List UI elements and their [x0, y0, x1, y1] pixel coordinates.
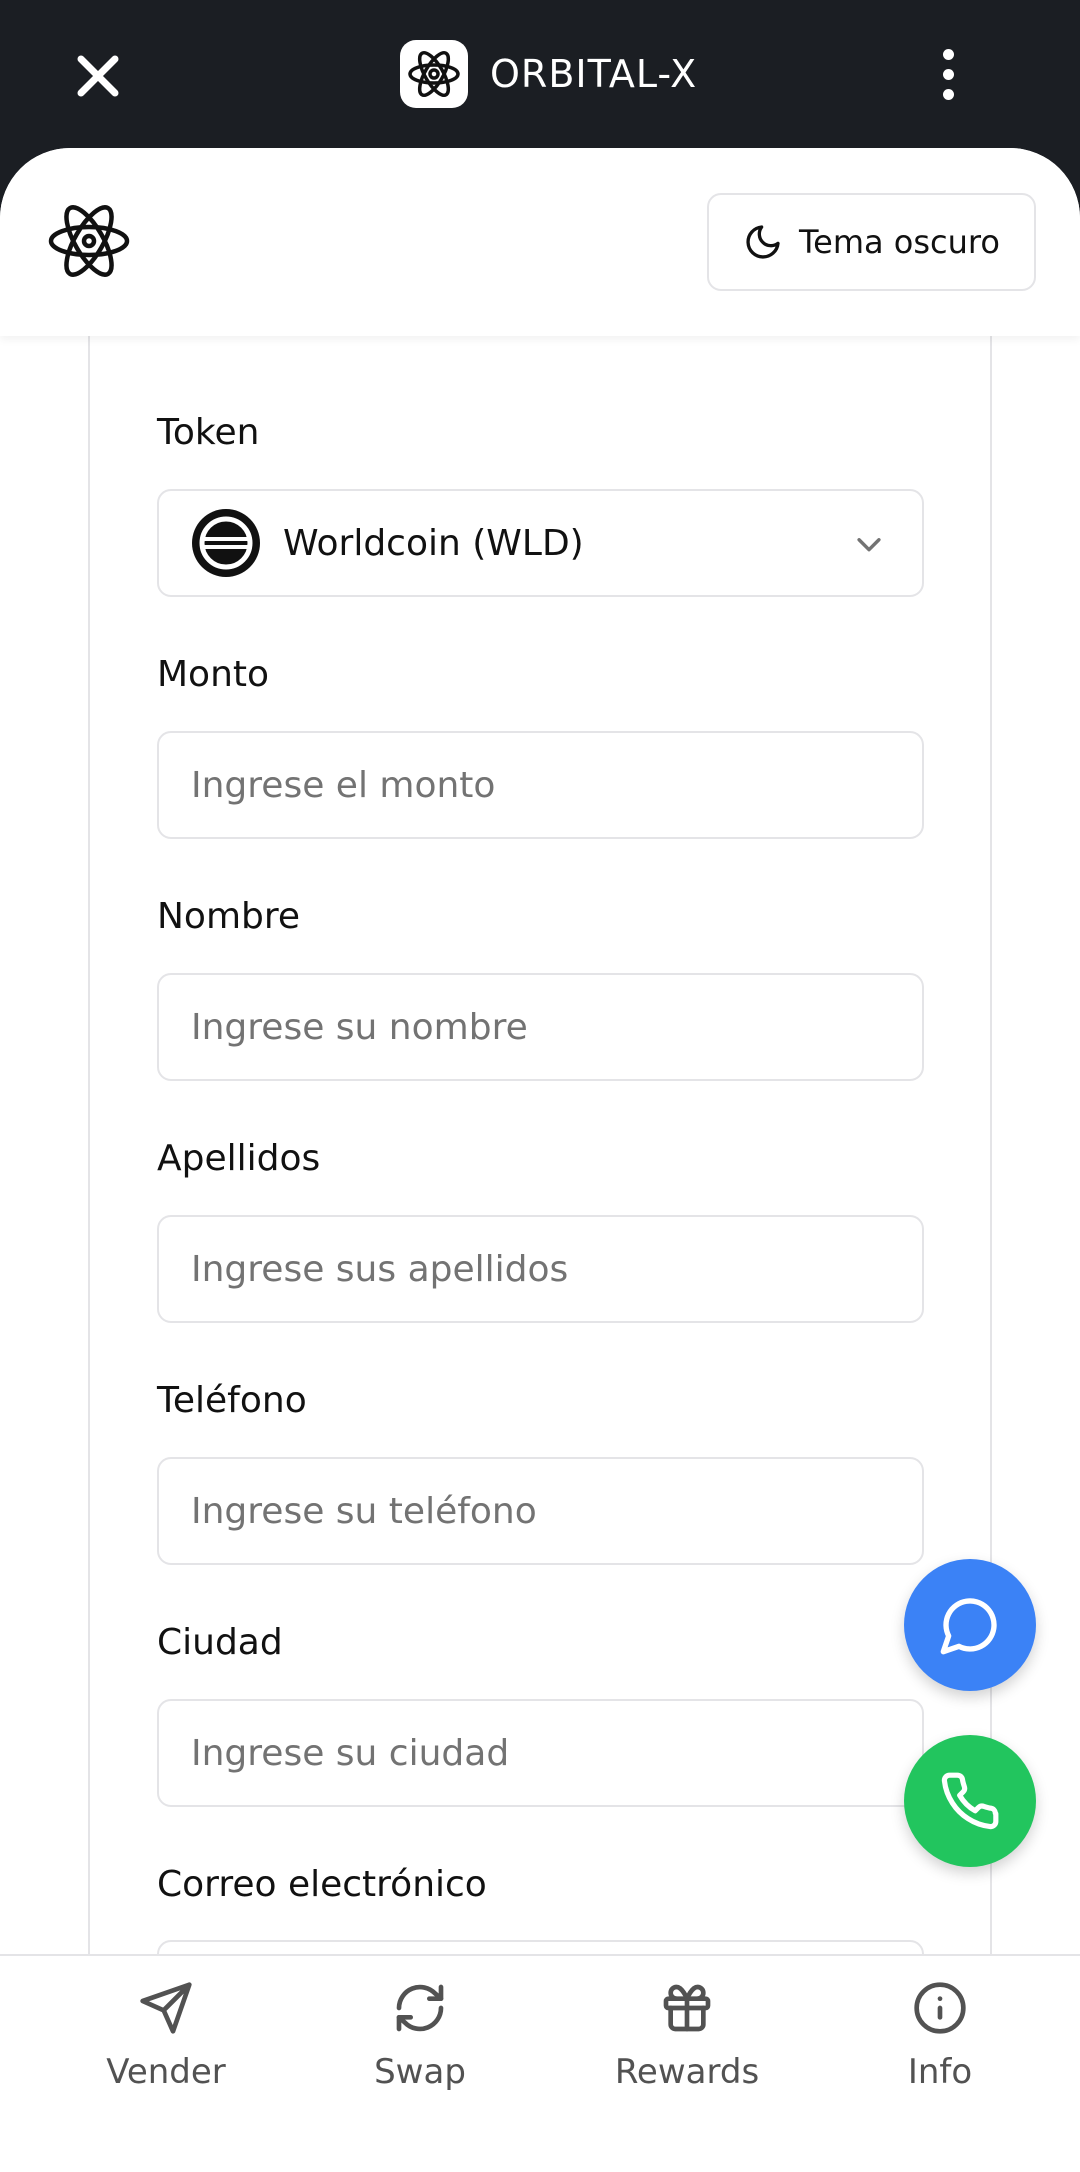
- app-logo: [400, 40, 468, 108]
- nav-label-info: Info: [907, 2052, 973, 2092]
- app-bar: ORBITAL-X: [0, 0, 1080, 150]
- chat-button[interactable]: [904, 1559, 1036, 1691]
- theme-button-label: Tema oscuro: [799, 223, 1000, 261]
- info-icon: [914, 1982, 966, 2034]
- close-icon: [77, 55, 119, 97]
- worldcoin-icon: [192, 509, 260, 577]
- city-input[interactable]: Ingrese su ciudad: [157, 1699, 924, 1807]
- phone-label: Teléfono: [157, 1380, 307, 1421]
- last-name-placeholder: Ingrese sus apellidos: [191, 1248, 569, 1290]
- atom-icon: [408, 50, 460, 98]
- first-name-placeholder: Ingrese su nombre: [191, 1006, 528, 1048]
- chat-icon: [940, 1598, 997, 1655]
- app-title: ORBITAL-X: [490, 52, 698, 96]
- more-menu-button[interactable]: [920, 38, 976, 110]
- phone-icon: [941, 1772, 999, 1830]
- last-name-input[interactable]: Ingrese sus apellidos: [157, 1215, 924, 1323]
- gift-icon: [663, 1984, 711, 2032]
- app-title-group: ORBITAL-X: [400, 38, 697, 110]
- amount-label: Monto: [157, 654, 270, 695]
- theme-toggle-button[interactable]: Tema oscuro: [707, 193, 1036, 291]
- refresh-icon: [396, 1984, 444, 2032]
- nav-item-rewards[interactable]: Rewards: [587, 1978, 787, 2118]
- phone-call-button[interactable]: [904, 1735, 1036, 1867]
- first-name-label: Nombre: [157, 896, 301, 937]
- city-label: Ciudad: [157, 1622, 283, 1663]
- first-name-input[interactable]: Ingrese su nombre: [157, 973, 924, 1081]
- email-label: Correo electrónico: [157, 1864, 487, 1905]
- site-header: Tema oscuro: [0, 148, 1080, 336]
- nav-label-vender: Vender: [106, 2052, 226, 2092]
- nav-label-swap: Swap: [374, 2052, 466, 2092]
- nav-label-rewards: Rewards: [614, 2052, 760, 2092]
- more-vertical-icon: [942, 48, 954, 60]
- bottom-navigation: Vender Swap Rewards Info: [0, 1954, 1080, 2172]
- city-placeholder: Ingrese su ciudad: [191, 1732, 510, 1774]
- send-icon: [140, 1982, 192, 2034]
- nav-item-swap[interactable]: Swap: [320, 1978, 520, 2118]
- last-name-label: Apellidos: [157, 1138, 321, 1179]
- amount-placeholder: Ingrese el monto: [191, 764, 496, 806]
- token-selected-value: Worldcoin (WLD): [283, 522, 584, 564]
- phone-placeholder: Ingrese su teléfono: [191, 1490, 537, 1532]
- token-select[interactable]: Worldcoin (WLD): [157, 489, 924, 597]
- nav-item-vender[interactable]: Vender: [66, 1978, 266, 2118]
- chevron-down-icon: [857, 538, 881, 552]
- phone-input[interactable]: Ingrese su teléfono: [157, 1457, 924, 1565]
- nav-item-info[interactable]: Info: [840, 1978, 1040, 2118]
- token-label: Token: [157, 412, 260, 453]
- amount-input[interactable]: Ingrese el monto: [157, 731, 924, 839]
- atom-icon[interactable]: [46, 198, 132, 284]
- close-button[interactable]: [62, 40, 134, 112]
- moon-icon: [746, 225, 780, 259]
